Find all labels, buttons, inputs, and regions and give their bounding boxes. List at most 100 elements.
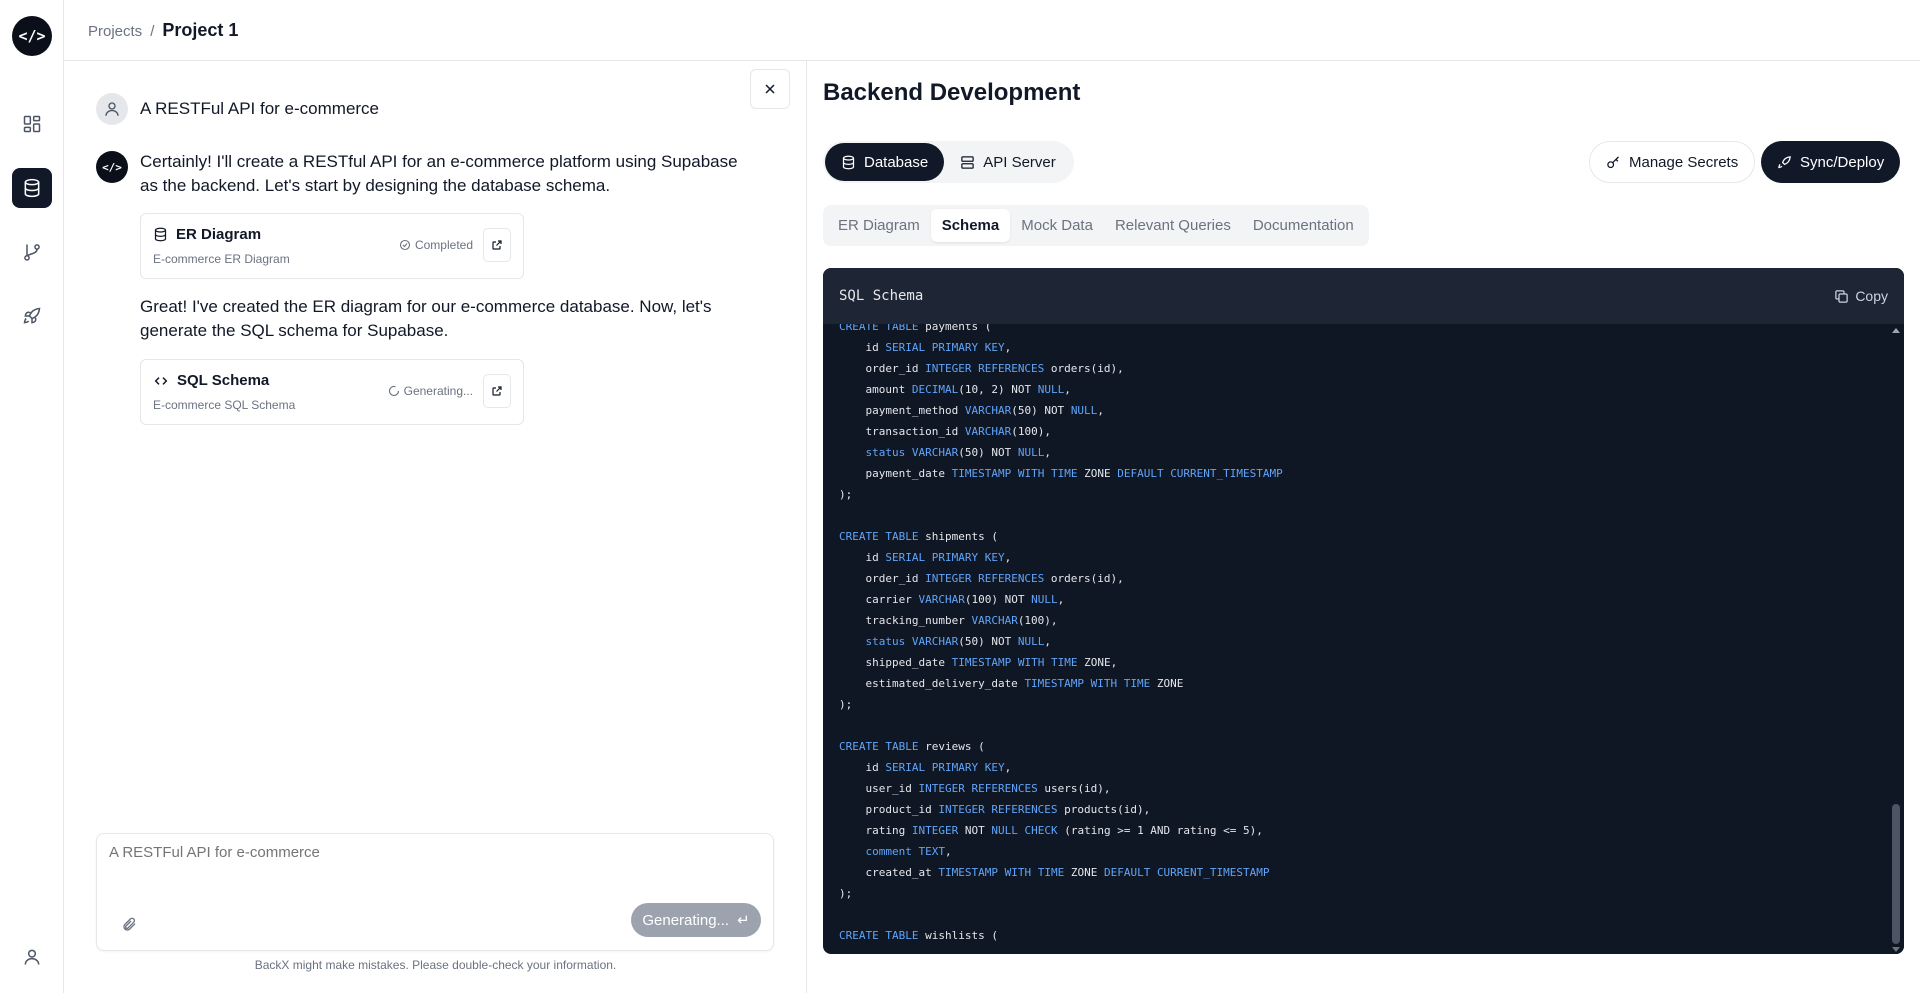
card-title-text: ER Diagram bbox=[176, 226, 262, 243]
code-viewer: SQL Schema Copy CREATE TABLE payments ( … bbox=[823, 268, 1904, 954]
panel-title: Backend Development bbox=[823, 79, 1081, 106]
manage-secrets-button[interactable]: Manage Secrets bbox=[1589, 141, 1756, 183]
disclaimer-text: BackX might make mistakes. Please double… bbox=[254, 958, 617, 972]
card-subtitle: E-commerce SQL Schema bbox=[153, 398, 296, 412]
code-line: status VARCHAR(50) NOT NULL, bbox=[865, 446, 1051, 459]
code-line: CREATE TABLE shipments ( bbox=[839, 530, 998, 543]
app-root: </> Projects / Project 1 A RESTFul API f… bbox=[0, 0, 1920, 993]
mode-switcher: Database API Server bbox=[823, 141, 1074, 183]
sql-schema-card[interactable]: SQL Schema E-commerce SQL Schema Generat… bbox=[140, 359, 524, 425]
card-title: SQL Schema bbox=[153, 372, 269, 389]
rail-profile-button[interactable] bbox=[12, 937, 52, 977]
code-line: amount DECIMAL(10, 2) NOT NULL, bbox=[839, 383, 1071, 396]
generate-label: Generating... bbox=[642, 911, 730, 929]
status-badge: Completed bbox=[399, 238, 473, 252]
external-link-icon bbox=[492, 240, 502, 250]
card-title: ER Diagram bbox=[153, 226, 261, 243]
git-branch-icon bbox=[24, 244, 40, 261]
code-icon bbox=[154, 376, 168, 385]
code-body[interactable]: CREATE TABLE payments ( id SERIAL PRIMAR… bbox=[823, 324, 1888, 954]
generate-button[interactable]: Generating... ↵ bbox=[631, 903, 761, 937]
code-line: estimated_delivery_date TIMESTAMP WITH T… bbox=[839, 677, 1184, 690]
code-line: shipped_date TIMESTAMP WITH TIME ZONE, bbox=[839, 656, 1118, 669]
manage-secrets-label: Manage Secrets bbox=[1629, 153, 1739, 171]
close-icon bbox=[765, 84, 775, 94]
rocket-icon bbox=[23, 307, 41, 324]
backend-panel: Backend Development Database API Server … bbox=[808, 61, 1920, 993]
key-icon bbox=[1607, 155, 1619, 168]
copy-icon bbox=[1835, 289, 1849, 303]
code-line: order_id INTEGER REFERENCES orders(id), bbox=[839, 362, 1124, 375]
tab-er-diagram[interactable]: ER Diagram bbox=[827, 209, 931, 242]
sync-deploy-button[interactable]: Sync/Deploy bbox=[1761, 141, 1901, 183]
top-header: Projects / Project 1 bbox=[64, 0, 1920, 61]
enter-key-icon: ↵ bbox=[737, 912, 750, 929]
code-line: id SERIAL PRIMARY KEY, bbox=[839, 761, 1012, 774]
left-rail: </> bbox=[0, 0, 64, 993]
er-diagram-card[interactable]: ER Diagram E-commerce ER Diagram Complet… bbox=[140, 213, 524, 279]
code-line: status VARCHAR(50) NOT NULL, bbox=[865, 635, 1051, 648]
bot-message-1: Certainly! I'll create a RESTful API for… bbox=[140, 152, 738, 195]
user-icon bbox=[105, 102, 119, 116]
app-logo[interactable]: </> bbox=[12, 16, 52, 56]
tab-database-label: Database bbox=[864, 153, 929, 171]
code-line: ); bbox=[839, 698, 853, 711]
code-line: order_id INTEGER REFERENCES orders(id), bbox=[839, 572, 1124, 585]
tab-relevant-queries[interactable]: Relevant Queries bbox=[1104, 209, 1242, 242]
status-text: Generating... bbox=[403, 384, 473, 398]
rail-dashboard-button[interactable] bbox=[12, 104, 52, 144]
sql-code: CREATE TABLE payments ( id SERIAL PRIMAR… bbox=[839, 324, 1283, 946]
database-icon bbox=[154, 227, 167, 242]
code-line: ); bbox=[839, 488, 853, 501]
code-line: product_id INTEGER REFERENCES products(i… bbox=[839, 803, 1151, 816]
rail-database-button[interactable] bbox=[12, 168, 52, 208]
breadcrumb-projects-link[interactable]: Projects bbox=[88, 23, 142, 40]
code-line: CREATE TABLE wishlists ( bbox=[839, 929, 998, 942]
chat-composer: Generating... ↵ bbox=[96, 833, 774, 951]
user-icon bbox=[24, 949, 40, 965]
code-line: transaction_id VARCHAR(100), bbox=[839, 425, 1051, 438]
tab-mock-data[interactable]: Mock Data bbox=[1010, 209, 1104, 242]
bot-message-2: Great! I've created the ER diagram for o… bbox=[140, 297, 712, 340]
status-text: Completed bbox=[414, 238, 473, 252]
rail-deploy-button[interactable] bbox=[12, 296, 52, 336]
code-line: tracking_number VARCHAR(100), bbox=[839, 614, 1058, 627]
copy-label: Copy bbox=[1855, 288, 1888, 304]
open-sql-schema-button[interactable] bbox=[483, 374, 511, 408]
user-avatar bbox=[96, 93, 128, 125]
tab-documentation[interactable]: Documentation bbox=[1242, 209, 1365, 242]
close-chat-button[interactable] bbox=[750, 69, 790, 109]
code-title: SQL Schema bbox=[839, 288, 924, 304]
code-line: user_id INTEGER REFERENCES users(id), bbox=[839, 782, 1111, 795]
scroll-down-arrow-icon[interactable] bbox=[1892, 947, 1900, 952]
breadcrumb: Projects / Project 1 bbox=[88, 20, 238, 41]
scroll-up-arrow-icon[interactable] bbox=[1892, 328, 1900, 333]
scroll-thumb[interactable] bbox=[1892, 804, 1900, 944]
external-link-icon bbox=[492, 386, 502, 396]
code-scrollbar[interactable] bbox=[1888, 324, 1904, 954]
page-title: Project 1 bbox=[162, 19, 239, 40]
sync-deploy-label: Sync/Deploy bbox=[1800, 153, 1885, 171]
code-line: ); bbox=[839, 887, 853, 900]
attach-button[interactable] bbox=[117, 912, 141, 936]
card-subtitle: E-commerce ER Diagram bbox=[153, 252, 290, 266]
code-line: rating INTEGER NOT NULL CHECK (rating >=… bbox=[839, 824, 1263, 837]
spinner-icon bbox=[388, 385, 399, 397]
chat-input[interactable] bbox=[109, 844, 759, 904]
tab-schema[interactable]: Schema bbox=[930, 209, 1011, 242]
user-message: A RESTFul API for e-commerce bbox=[96, 93, 379, 125]
tab-api-server[interactable]: API Server bbox=[944, 143, 1072, 181]
copy-button[interactable]: Copy bbox=[1834, 288, 1888, 304]
code-line: payment_method VARCHAR(50) NOT NULL, bbox=[839, 404, 1104, 417]
code-header: SQL Schema Copy bbox=[823, 268, 1904, 324]
open-er-diagram-button[interactable] bbox=[483, 228, 511, 262]
server-icon bbox=[961, 155, 974, 169]
rocket-icon bbox=[1778, 155, 1791, 168]
tab-database[interactable]: Database bbox=[825, 143, 945, 181]
code-line: CREATE TABLE reviews ( bbox=[839, 740, 985, 753]
rail-branch-button[interactable] bbox=[12, 232, 52, 272]
schema-tabs: ER Diagram Schema Mock Data Relevant Que… bbox=[823, 205, 1369, 246]
